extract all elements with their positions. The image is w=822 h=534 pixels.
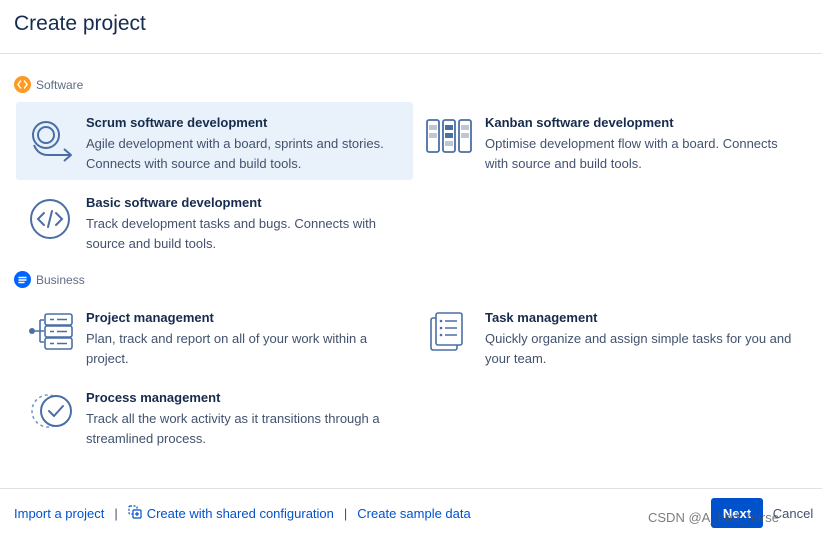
template-description: Quickly organize and assign simple tasks… [485,331,792,366]
footer-separator: | [114,506,118,521]
section-label-software: Software [36,77,84,92]
scrum-icon [32,121,72,162]
template-card-project-management[interactable]: Project management Plan, track and repor… [16,297,413,375]
section-software: Software [14,76,83,93]
page-title: Create project [14,12,146,35]
template-description: Track all the work activity as it transi… [86,411,380,446]
process-check-icon [31,394,72,428]
template-title: Scrum software development [86,115,268,130]
template-description: Plan, track and report on all of your wo… [86,331,368,366]
footer-separator: | [343,506,348,521]
template-description: Track development tasks and bugs. Connec… [86,216,376,251]
template-title: Basic software development [86,195,262,210]
task-list-icon [430,312,463,351]
kanban-board-icon [426,119,472,153]
shared-config-icon [128,505,142,522]
import-project-link[interactable]: Import a project [14,506,104,521]
create-project-dialog: Create project Software Scrum software d… [0,0,822,534]
template-description: Agile development with a board, sprints … [86,136,384,171]
section-label-business: Business [36,272,85,287]
template-card-process-management[interactable]: Process management Track all the work ac… [16,377,413,455]
project-management-icon [29,313,73,350]
business-list-icon [14,271,31,288]
code-icon [30,199,70,239]
template-description: Optimise development flow with a board. … [485,136,778,171]
section-business: Business [14,271,85,288]
cancel-button[interactable]: Cancel [770,498,816,528]
template-title: Process management [86,390,221,405]
dialog-header: Create project [0,0,822,54]
template-card-basic[interactable]: Basic software development Track develop… [16,182,413,260]
template-card-task-management[interactable]: Task management Quickly organize and ass… [415,297,812,375]
next-button[interactable]: Next [711,498,763,528]
software-code-icon [14,76,31,93]
template-title: Kanban software development [485,115,674,130]
footer-links: Import a project | Create with shared co… [14,505,471,522]
template-title: Project management [86,310,214,325]
create-sample-data-link[interactable]: Create sample data [357,506,470,521]
template-title: Task management [485,310,598,325]
dialog-footer: Import a project | Create with shared co… [0,488,822,534]
template-card-scrum[interactable]: Scrum software development Agile develop… [16,102,413,180]
template-card-kanban[interactable]: Kanban software development Optimise dev… [415,102,812,180]
create-shared-config-link[interactable]: Create with shared configuration [147,506,334,521]
